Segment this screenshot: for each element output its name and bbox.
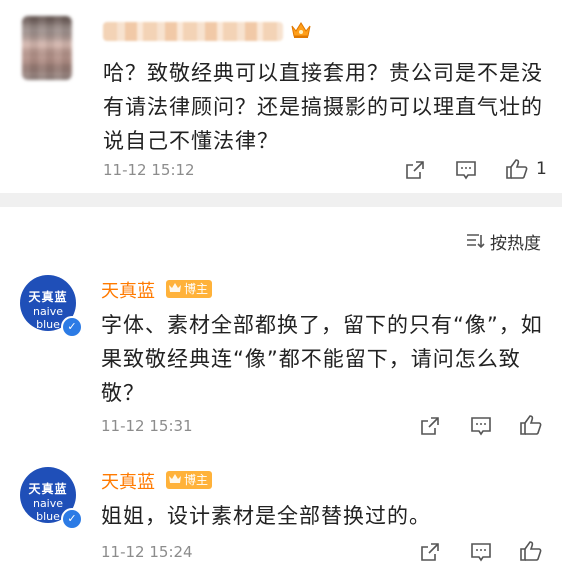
share-icon[interactable]: [419, 415, 441, 437]
avatar-text: 天真蓝: [28, 482, 68, 496]
verified-icon: ✓: [61, 316, 83, 338]
like-count: 1: [536, 159, 547, 179]
like-icon[interactable]: [519, 539, 543, 563]
timestamp: 11-12 15:31: [101, 417, 193, 435]
avatar[interactable]: [22, 16, 72, 80]
timestamp: 11-12 15:24: [101, 543, 193, 561]
reply-text: 字体、素材全部都换了，留下的只有“像”，如 果致敬经典连“像”都不能留下，请问怎…: [101, 313, 543, 405]
reply-text: 姐姐，设计素材是全部替换过的。: [101, 504, 431, 528]
sort-icon[interactable]: [465, 231, 485, 251]
author-name[interactable]: 天真蓝: [101, 468, 155, 494]
crown-icon: [290, 20, 312, 40]
share-icon[interactable]: [419, 541, 441, 563]
crown-icon: [169, 474, 181, 483]
comment-text: 哈？致敬经典可以直接套用？贵公司是不是没 有请法律顾问？还是搞摄影的可以理直气壮…: [103, 61, 543, 153]
comment-icon[interactable]: [455, 159, 477, 181]
like-icon[interactable]: [505, 157, 529, 181]
author-badge: 博主: [166, 471, 213, 489]
timestamp: 11-12 15:12: [103, 161, 195, 179]
comment-icon[interactable]: [470, 541, 492, 563]
author-name[interactable]: 天真蓝: [101, 277, 155, 303]
sort-by-hot[interactable]: 按热度: [490, 229, 541, 254]
username-redacted[interactable]: [103, 22, 283, 41]
crown-icon: [169, 283, 181, 292]
share-icon[interactable]: [404, 159, 426, 181]
comment-icon[interactable]: [470, 415, 492, 437]
like-icon[interactable]: [519, 413, 543, 437]
author-badge: 博主: [166, 280, 213, 298]
verified-icon: ✓: [61, 508, 83, 530]
avatar-text: 天真蓝: [28, 290, 68, 304]
divider: [0, 193, 562, 207]
